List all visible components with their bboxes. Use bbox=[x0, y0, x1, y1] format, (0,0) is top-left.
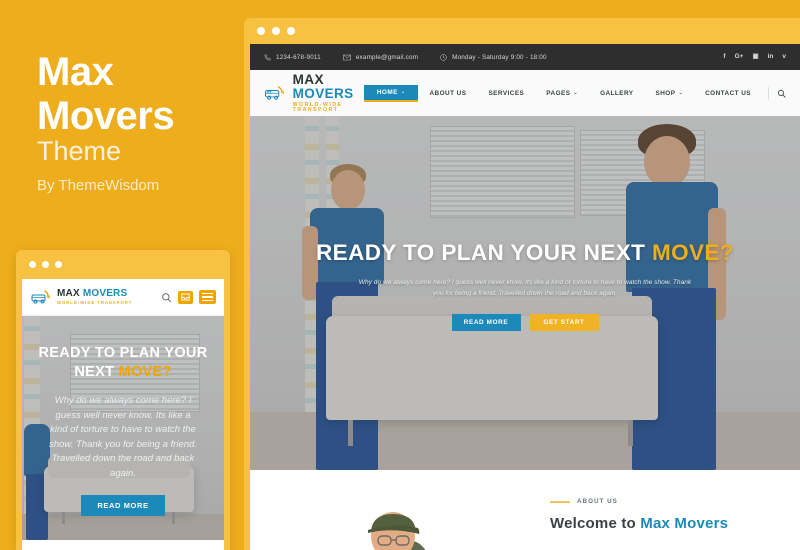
hamburger-menu-icon[interactable] bbox=[199, 290, 216, 304]
site-topbar: 1234-678-9011 example@gmail.com Monday -… bbox=[250, 44, 800, 70]
hero-section: READY TO PLAN YOUR NEXT MOVE? Why do we … bbox=[250, 116, 800, 470]
promo-title: Max Movers bbox=[37, 50, 237, 138]
about-content: ABOUT US Welcome to Max Movers bbox=[550, 498, 728, 532]
nav-item-services[interactable]: SERVICES bbox=[477, 90, 535, 97]
nav-item-services-label: SERVICES bbox=[488, 89, 525, 97]
mobile-hero-heading-l2: NEXT bbox=[74, 364, 119, 380]
twitter-icon[interactable]: ᴠ bbox=[782, 53, 786, 61]
mobile-header-actions bbox=[161, 290, 216, 304]
topbar-social-links: f G+ ▣ in ᴠ bbox=[723, 53, 786, 61]
topbar-contact-group: 1234-678-9011 example@gmail.com Monday -… bbox=[264, 54, 547, 61]
mobile-logo-name-1: MAX bbox=[57, 288, 80, 300]
search-icon[interactable] bbox=[777, 89, 786, 98]
nav-item-about-us[interactable]: ABOUT US bbox=[418, 90, 477, 97]
truck-logo-icon bbox=[31, 290, 50, 304]
cart-icon[interactable] bbox=[178, 290, 193, 304]
browser-window-dots bbox=[257, 27, 295, 35]
topbar-hours: Monday - Saturday 9:00 - 18:00 bbox=[440, 54, 547, 61]
nav-item-gallery-label: GALLERY bbox=[600, 89, 634, 97]
logo-tagline: WORLD-WIDE TRANSPORT bbox=[292, 101, 343, 113]
clock-icon bbox=[440, 53, 447, 61]
envelope-icon bbox=[343, 54, 351, 60]
promo-title-line2: Movers bbox=[37, 94, 175, 138]
window-dot-minimize[interactable] bbox=[42, 261, 49, 268]
truck-logo-icon bbox=[264, 86, 284, 100]
hero-heading: READY TO PLAN YOUR NEXT MOVE? bbox=[280, 240, 770, 266]
site-navbar: MAX MOVERS WORLD-WIDE TRANSPORT HOME ⌄ A… bbox=[250, 70, 800, 116]
about-tag: ABOUT US bbox=[550, 498, 728, 505]
mobile-hero-content: READY TO PLAN YOUR NEXT MOVE? Why do we … bbox=[22, 344, 224, 516]
nav-item-contact-us[interactable]: CONTACT US bbox=[694, 90, 762, 97]
nav-item-about-us-label: ABOUT US bbox=[429, 89, 467, 97]
chevron-down-icon: ⌄ bbox=[573, 90, 579, 96]
window-dots bbox=[29, 261, 62, 268]
nav-item-home[interactable]: HOME ⌄ bbox=[363, 84, 419, 102]
tag-dash bbox=[550, 500, 570, 503]
hero-paragraph: Why do we always come here? I guess well… bbox=[358, 279, 692, 297]
mobile-hero-heading-highlight: MOVE? bbox=[118, 364, 172, 380]
mobile-hero-heading-l1: READY TO PLAN YOUR bbox=[38, 345, 208, 361]
window-dot-maximize[interactable] bbox=[55, 261, 62, 268]
topbar-hours-text: Monday - Saturday 9:00 - 18:00 bbox=[452, 53, 547, 61]
hero-heading-highlight: MOVE? bbox=[651, 240, 734, 265]
mobile-hero-paragraph: Why do we always come here? I guess well… bbox=[49, 395, 197, 479]
browser-viewport: 1234-678-9011 example@gmail.com Monday -… bbox=[250, 44, 800, 550]
mobile-logo-name-2: MOVERS bbox=[82, 288, 128, 300]
nav-item-shop-label: SHOP bbox=[655, 89, 676, 97]
mobile-viewport: MAX MOVERS WORLD-WIDE TRANSPORT READY TO… bbox=[22, 279, 224, 550]
about-image bbox=[250, 470, 535, 550]
read-more-button[interactable]: READ MORE bbox=[451, 314, 521, 331]
logo-name-part2: MOVERS bbox=[292, 85, 354, 101]
browser-titlebar bbox=[244, 18, 800, 44]
nav-item-pages[interactable]: PAGES ⌄ bbox=[535, 90, 589, 97]
nav-item-home-label: HOME bbox=[376, 88, 398, 96]
about-title-prefix: Welcome to bbox=[550, 515, 641, 532]
mobile-logo-tagline: WORLD-WIDE TRANSPORT bbox=[57, 299, 133, 305]
hero-content: READY TO PLAN YOUR NEXT MOVE? Why do we … bbox=[250, 240, 800, 331]
phone-icon bbox=[264, 53, 271, 60]
chevron-down-icon: ⌄ bbox=[678, 90, 684, 96]
browser-dot-close[interactable] bbox=[257, 27, 265, 35]
site-logo[interactable]: MAX MOVERS WORLD-WIDE TRANSPORT bbox=[264, 73, 364, 113]
browser-dot-maximize[interactable] bbox=[287, 27, 295, 35]
hero-heading-text: READY TO PLAN YOUR NEXT bbox=[316, 240, 646, 265]
nav-item-pages-label: PAGES bbox=[546, 89, 571, 97]
facebook-icon[interactable]: f bbox=[723, 53, 725, 61]
main-menu: HOME ⌄ ABOUT US SERVICES PAGES ⌄ GALLERY bbox=[363, 84, 786, 102]
nav-item-contact-us-label: CONTACT US bbox=[705, 89, 751, 97]
mobile-header: MAX MOVERS WORLD-WIDE TRANSPORT bbox=[22, 279, 224, 316]
about-tag-label: ABOUT US bbox=[577, 498, 618, 505]
topbar-phone-text: 1234-678-9011 bbox=[276, 53, 321, 61]
linkedin-icon[interactable]: in bbox=[768, 53, 774, 61]
window-dot-close[interactable] bbox=[29, 261, 36, 268]
nav-item-gallery[interactable]: GALLERY bbox=[589, 90, 644, 97]
topbar-email[interactable]: example@gmail.com bbox=[343, 54, 418, 61]
search-icon[interactable] bbox=[161, 292, 172, 303]
worker-photo bbox=[368, 512, 426, 550]
mobile-preview-window: MAX MOVERS WORLD-WIDE TRANSPORT READY TO… bbox=[16, 250, 230, 550]
promo-author: By ThemeWisdom bbox=[37, 177, 160, 194]
mobile-titlebar bbox=[16, 250, 230, 279]
mobile-hero-heading: READY TO PLAN YOUR NEXT MOVE? bbox=[32, 344, 214, 382]
topbar-email-text: example@gmail.com bbox=[355, 53, 419, 61]
mobile-read-more-button[interactable]: READ MORE bbox=[81, 495, 165, 516]
about-title: Welcome to Max Movers bbox=[550, 515, 728, 532]
nav-item-shop[interactable]: SHOP ⌄ bbox=[645, 90, 695, 97]
instagram-icon[interactable]: ▣ bbox=[752, 53, 758, 61]
google-plus-icon[interactable]: G+ bbox=[735, 53, 744, 61]
hero-buttons: READ MORE GET START bbox=[280, 314, 770, 331]
desktop-preview-window: 1234-678-9011 example@gmail.com Monday -… bbox=[244, 18, 800, 550]
browser-dot-minimize[interactable] bbox=[272, 27, 280, 35]
mobile-hero: READY TO PLAN YOUR NEXT MOVE? Why do we … bbox=[22, 316, 224, 540]
get-start-button[interactable]: GET START bbox=[529, 314, 599, 331]
promo-title-line1: Max bbox=[37, 50, 114, 94]
about-section: ABOUT US Welcome to Max Movers bbox=[250, 470, 800, 550]
promo-subtitle: Theme bbox=[37, 136, 122, 166]
about-title-highlight: Max Movers bbox=[640, 515, 729, 532]
mobile-logo[interactable]: MAX MOVERS WORLD-WIDE TRANSPORT bbox=[30, 289, 132, 305]
chevron-down-icon: ⌄ bbox=[400, 88, 406, 95]
topbar-phone[interactable]: 1234-678-9011 bbox=[264, 54, 321, 61]
nav-divider bbox=[768, 86, 769, 100]
